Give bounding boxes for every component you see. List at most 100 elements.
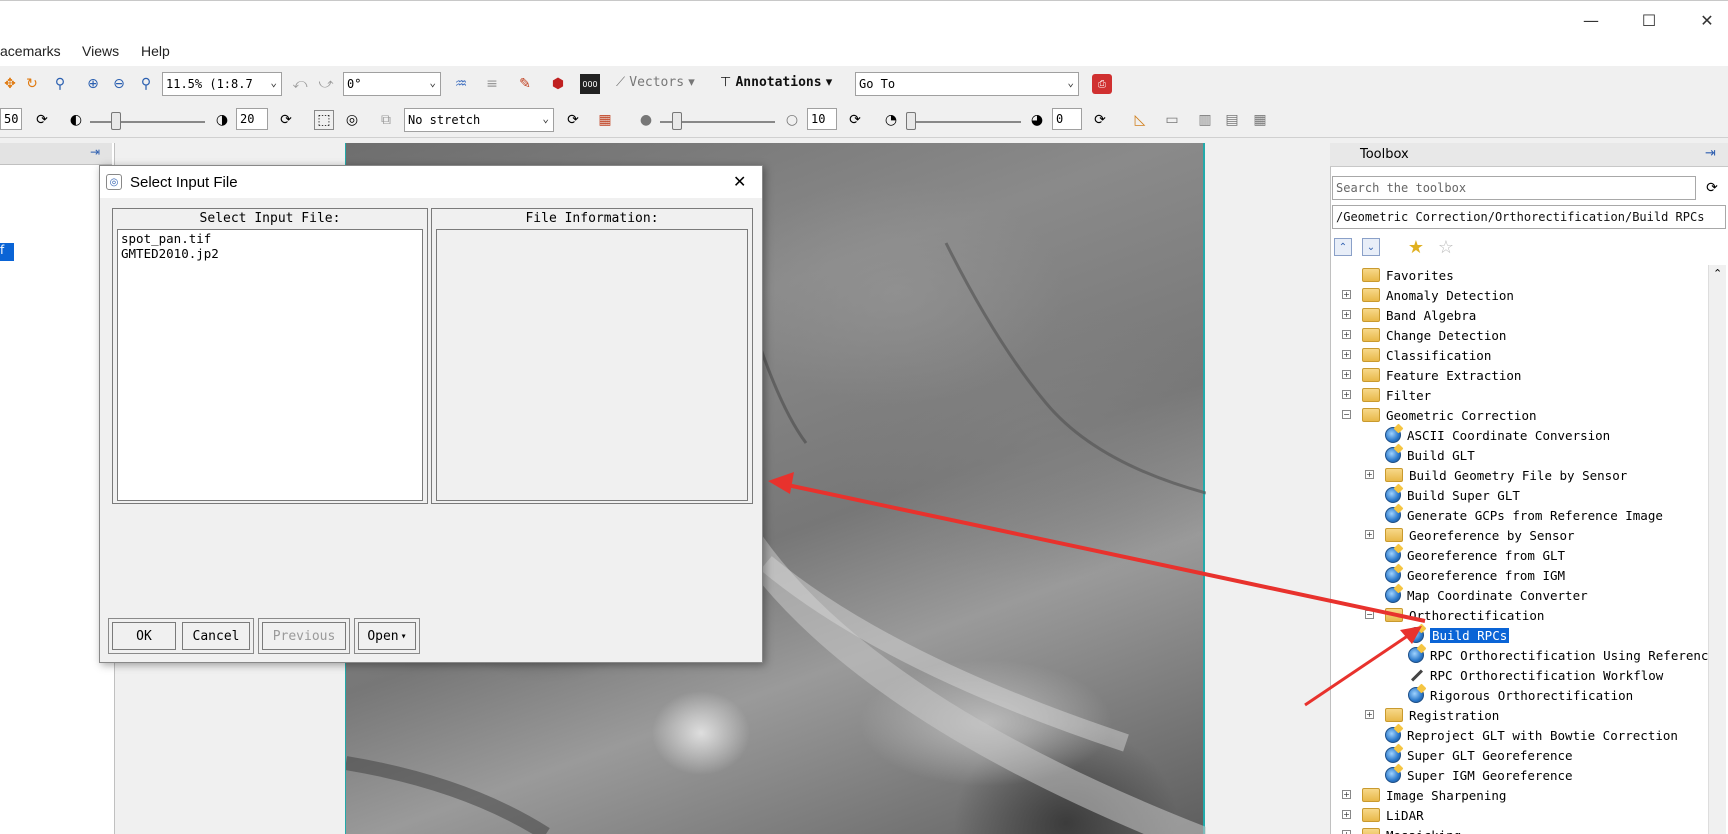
contrast-slider-thumb[interactable] [111, 112, 121, 130]
tree-item[interactable]: Build GLT [1385, 445, 1475, 465]
selected-layer[interactable]: f [0, 243, 14, 261]
tree-item[interactable]: Build Super GLT [1385, 485, 1520, 505]
rotate-left-icon[interactable]: ⤺ [290, 74, 310, 94]
tree-item[interactable]: + Band Algebra [1342, 305, 1476, 325]
annotations-menu[interactable]: ⊤ Annotations ▾ [720, 75, 832, 90]
minimize-button[interactable]: — [1562, 1, 1620, 39]
zoom-out-icon[interactable]: ⊖ [109, 74, 129, 94]
tree-item[interactable]: + Change Detection [1342, 325, 1506, 345]
tree-item[interactable]: Super GLT Georeference [1385, 745, 1573, 765]
tree-item[interactable]: + Build Geometry File by Sensor [1365, 465, 1627, 485]
tree-item[interactable]: RPC Orthorectification Workflow [1408, 665, 1663, 685]
view-layout-3-icon[interactable]: ▦ [1250, 110, 1270, 130]
tree-item[interactable]: − Geometric Correction [1342, 405, 1537, 425]
transparency-value[interactable]: 0 [1052, 108, 1082, 130]
pan-icon[interactable]: ✥ [0, 74, 20, 94]
file-listbox[interactable]: spot_pan.tif GMTED2010.jp2 [117, 229, 423, 501]
expand-icon[interactable]: + [1342, 330, 1351, 339]
tree-item[interactable]: RPC Orthorectification Using Referenc [1408, 645, 1708, 665]
tree-item[interactable]: Build RPCs [1408, 625, 1510, 645]
print-icon[interactable]: ⎙ [1092, 74, 1112, 94]
collapse-icon[interactable]: − [1342, 410, 1351, 419]
menu-help[interactable]: Help [141, 43, 170, 59]
menu-placemarks[interactable]: acemarks [0, 43, 61, 59]
vectors-menu[interactable]: ⟋ Vectors ▾ [616, 75, 695, 90]
tree-item[interactable]: + Anomaly Detection [1342, 285, 1514, 305]
maximize-button[interactable]: ☐ [1620, 1, 1678, 39]
tree-item[interactable]: ASCII Coordinate Conversion [1385, 425, 1610, 445]
file-item[interactable]: GMTED2010.jp2 [121, 246, 219, 261]
refresh-icon[interactable]: ⟳ [276, 110, 296, 130]
expand-icon[interactable]: + [1342, 290, 1351, 299]
stretch-combo[interactable]: No stretch ⌄ [404, 108, 554, 132]
tree-item[interactable]: Georeference from IGM [1385, 565, 1565, 585]
tree-item[interactable]: Generate GCPs from Reference Image [1385, 505, 1663, 525]
link-icon[interactable]: ⧉ [376, 110, 396, 130]
view-layout-2-icon[interactable]: ▤ [1222, 110, 1242, 130]
cursor-value-icon[interactable]: ♒ [451, 74, 471, 94]
refresh-icon[interactable]: ⟳ [1090, 110, 1110, 130]
tree-item[interactable]: + Georeference by Sensor [1365, 525, 1575, 545]
remove-favorite-icon[interactable]: ☆ [1436, 237, 1456, 258]
view-layout-1-icon[interactable]: ▥ [1195, 110, 1215, 130]
collapse-icon[interactable]: − [1365, 610, 1374, 619]
tree-item[interactable]: + Mosaicking [1342, 825, 1461, 834]
tree-item[interactable]: Rigorous Orthorectification [1408, 685, 1633, 705]
toolbox-path-field[interactable]: /Geometric Correction/Orthorectification… [1332, 205, 1726, 229]
refresh-icon[interactable]: ⟳ [563, 110, 583, 130]
pin-icon[interactable]: ⇥ [1705, 146, 1716, 161]
zoom-combo[interactable]: 11.5% (1:8.7 ⌄ [162, 72, 282, 96]
refresh-icon[interactable]: ⟳ [1702, 178, 1722, 198]
contrast-value[interactable]: 20 [236, 108, 268, 130]
expand-icon[interactable]: + [1342, 370, 1351, 379]
add-favorite-icon[interactable]: ★ [1406, 237, 1426, 258]
tree-item[interactable]: + Classification [1342, 345, 1491, 365]
rotation-combo[interactable]: 0° ⌄ [343, 72, 441, 96]
previous-button[interactable]: Previous [262, 622, 346, 650]
tree-item[interactable]: Map Coordinate Converter [1385, 585, 1588, 605]
open-button[interactable]: Open ▾ [358, 622, 416, 650]
refresh-icon[interactable]: ⟳ [845, 110, 865, 130]
measure-icon[interactable]: ◺ [1130, 110, 1150, 130]
toolbox-search-input[interactable]: Search the toolbox [1332, 176, 1696, 200]
expand-icon[interactable]: + [1365, 710, 1374, 719]
file-item[interactable]: spot_pan.tif [121, 231, 211, 246]
ok-button[interactable]: OK [112, 622, 176, 650]
full-extent-icon[interactable]: ⬚ [314, 110, 334, 130]
tree-item[interactable]: + Registration [1365, 705, 1499, 725]
expand-icon[interactable]: + [1342, 350, 1351, 359]
contrast-slider-track[interactable] [90, 121, 205, 123]
center-icon[interactable]: ◎ [342, 110, 362, 130]
tree-item[interactable]: Favorites [1362, 265, 1454, 285]
zoom-icon[interactable]: ⚲ [50, 74, 70, 94]
toolbox-scrollbar[interactable]: ⌃ [1708, 265, 1726, 834]
expand-icon[interactable]: + [1342, 310, 1351, 319]
rotate-icon[interactable]: ↻ [22, 74, 42, 94]
transparency-slider-thumb[interactable] [906, 112, 916, 130]
dialog-close-icon[interactable]: ✕ [733, 172, 746, 192]
tree-item[interactable]: + LiDAR [1342, 805, 1424, 825]
sharpen-slider-thumb[interactable] [672, 112, 682, 130]
expand-all-icon[interactable]: ⌄ [1362, 238, 1380, 256]
expand-icon[interactable]: + [1342, 810, 1351, 819]
expand-icon[interactable]: + [1365, 530, 1374, 539]
annotation-tool-icon[interactable]: ✎ [515, 74, 535, 94]
expand-icon[interactable]: + [1342, 790, 1351, 799]
tree-item[interactable]: + Feature Extraction [1342, 365, 1521, 385]
chip-icon[interactable]: ▭ [1162, 110, 1182, 130]
expand-icon[interactable]: + [1365, 470, 1374, 479]
brightness-value[interactable]: 50 [0, 108, 22, 130]
tree-item[interactable]: + Filter [1342, 385, 1431, 405]
cancel-button[interactable]: Cancel [182, 622, 250, 650]
transparency-slider-track[interactable] [906, 121, 1021, 123]
close-window-button[interactable]: ✕ [1678, 1, 1728, 39]
zoom-extent-icon[interactable]: ⚲ [136, 74, 156, 94]
expand-icon[interactable]: + [1342, 830, 1351, 834]
sharpen-value[interactable]: 10 [807, 108, 837, 130]
refresh-icon[interactable]: ⟳ [32, 110, 52, 130]
tree-item[interactable]: + Image Sharpening [1342, 785, 1506, 805]
color-table-icon[interactable]: ▦ [595, 110, 615, 130]
roi-icon[interactable]: ⬢ [548, 74, 568, 94]
counter-icon[interactable]: 000 [580, 74, 600, 94]
expand-icon[interactable]: + [1342, 390, 1351, 399]
